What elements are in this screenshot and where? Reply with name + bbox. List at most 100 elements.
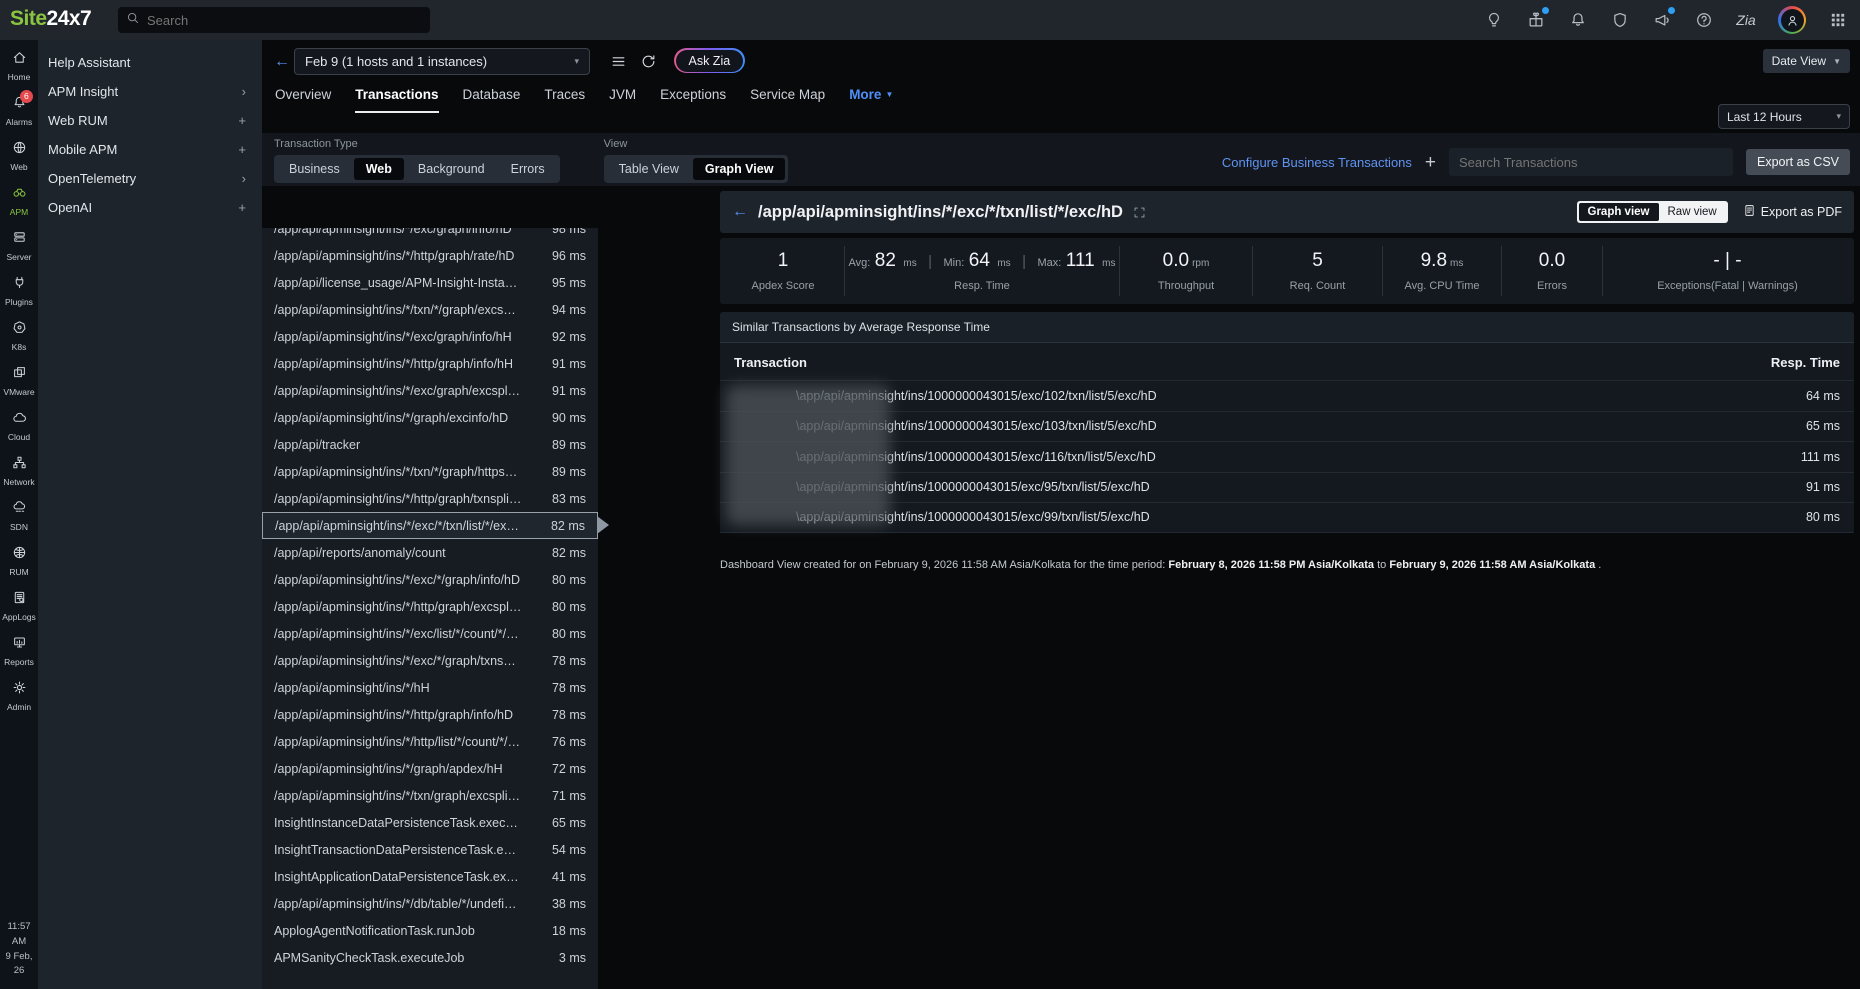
transaction-row[interactable]: /app/api/apminsight/ins/*/graph/excinfo/… xyxy=(262,404,598,431)
transaction-row[interactable]: /app/api/apminsight/ins/*/hH78 ms xyxy=(262,674,598,701)
tab-jvm[interactable]: JVM xyxy=(609,87,636,111)
transaction-row[interactable]: /app/api/apminsight/ins/*/exc/*/graph/in… xyxy=(262,566,598,593)
similar-transaction-row[interactable]: \app/api/apminsight/ins/1000000043015/ex… xyxy=(720,441,1854,472)
main-header: ← Feb 9 (1 hosts and 1 instances) ▾ Ask … xyxy=(262,40,1860,133)
similar-transaction-row[interactable]: \app/api/apminsight/ins/1000000043015/ex… xyxy=(720,472,1854,503)
tab-service-map[interactable]: Service Map xyxy=(750,87,825,111)
raw-view-toggle[interactable]: Raw view xyxy=(1659,203,1726,221)
view-graph-view[interactable]: Graph View xyxy=(693,158,786,180)
transaction-row[interactable]: ApplogAgentNotificationTask.runJob18 ms xyxy=(262,917,598,944)
rail-item-home[interactable]: Home xyxy=(0,50,38,82)
transaction-row[interactable]: /app/api/apminsight/ins/*/http/list/*/co… xyxy=(262,728,598,755)
rail-item-alarms[interactable]: Alarms6 xyxy=(0,95,38,127)
sidebar-item-openai[interactable]: OpenAI+ xyxy=(38,193,262,222)
zia-icon[interactable]: Zia xyxy=(1736,10,1756,30)
rail-item-rum[interactable]: RUM xyxy=(0,545,38,577)
transaction-row[interactable]: /app/api/apminsight/ins/*/http/graph/exc… xyxy=(262,593,598,620)
transaction-list-panel[interactable]: /app/api/apminsight/ins/*/exc/graph/info… xyxy=(262,228,598,989)
transaction-row[interactable]: /app/api/apminsight/ins/*/exc/graph/info… xyxy=(262,228,598,242)
export-pdf-button[interactable]: Export as PDF xyxy=(1743,204,1842,220)
filter-errors[interactable]: Errors xyxy=(499,158,557,180)
transaction-row[interactable]: /app/api/apminsight/ins/*/graph/apdex/hH… xyxy=(262,755,598,782)
filter-background[interactable]: Background xyxy=(406,158,497,180)
transaction-row[interactable]: InsightTransactionDataPersistenceTask.ex… xyxy=(262,836,598,863)
transaction-row[interactable]: /app/api/apminsight/ins/*/http/graph/txn… xyxy=(262,485,598,512)
filter-business[interactable]: Business xyxy=(277,158,352,180)
sidebar-item-opentelemetry[interactable]: OpenTelemetry› xyxy=(38,164,262,193)
sidebar-item-mobile-apm[interactable]: Mobile APM+ xyxy=(38,135,262,164)
export-csv-button[interactable]: Export as CSV xyxy=(1746,149,1850,175)
rail-item-reports[interactable]: Reports xyxy=(0,635,38,667)
back-icon[interactable]: ← xyxy=(274,53,290,71)
similar-transaction-row[interactable]: \app/api/apminsight/ins/1000000043015/ex… xyxy=(720,502,1854,533)
rail-item-plugins[interactable]: Plugins xyxy=(0,275,38,307)
transaction-row[interactable]: /app/api/tracker89 ms xyxy=(262,431,598,458)
graph-view-toggle[interactable]: Graph view xyxy=(1579,203,1659,221)
lightbulb-icon[interactable] xyxy=(1484,10,1504,30)
transaction-row[interactable]: /app/api/apminsight/ins/*/txn/*/graph/ht… xyxy=(262,458,598,485)
add-business-transaction-icon[interactable]: + xyxy=(1425,153,1436,172)
transaction-row[interactable]: /app/api/apminsight/ins/*/http/graph/rat… xyxy=(262,242,598,269)
date-view-button[interactable]: Date View ▼ xyxy=(1763,49,1850,73)
transaction-row[interactable]: /app/api/apminsight/ins/*/txn/graph/excs… xyxy=(262,782,598,809)
similar-transaction-row[interactable]: \app/api/apminsight/ins/1000000043015/ex… xyxy=(720,380,1854,411)
bell-icon[interactable] xyxy=(1568,10,1588,30)
transaction-row[interactable]: /app/api/apminsight/ins/*/http/graph/inf… xyxy=(262,350,598,377)
refresh-icon[interactable] xyxy=(640,53,657,70)
tab-overview[interactable]: Overview xyxy=(275,87,331,111)
monitor-selector[interactable]: Feb 9 (1 hosts and 1 instances) ▾ xyxy=(294,48,590,75)
rail-item-vmware[interactable]: VMware xyxy=(0,365,38,397)
avatar[interactable] xyxy=(1778,6,1806,34)
rail-item-k8s[interactable]: K8s xyxy=(0,320,38,352)
tab-database[interactable]: Database xyxy=(463,87,521,111)
view-table-view[interactable]: Table View xyxy=(607,158,691,180)
rail-item-network[interactable]: Network xyxy=(0,455,38,487)
transaction-row[interactable]: /app/api/apminsight/ins/*/exc/list/*/cou… xyxy=(262,620,598,647)
global-search[interactable] xyxy=(118,7,430,33)
transaction-row[interactable]: /app/api/apminsight/ins/*/http/graph/inf… xyxy=(262,701,598,728)
site24x7-logo[interactable]: Site24x7 xyxy=(10,7,91,31)
rail-item-apm[interactable]: APM xyxy=(0,185,38,217)
transaction-row[interactable]: InsightInstanceDataPersistenceTask.execu… xyxy=(262,809,598,836)
gift-icon[interactable] xyxy=(1526,10,1546,30)
transaction-row-selected[interactable]: /app/api/apminsight/ins/*/exc/*/txn/list… xyxy=(262,512,598,539)
tab-exceptions[interactable]: Exceptions xyxy=(660,87,726,111)
menu-icon[interactable] xyxy=(610,53,627,70)
global-search-input[interactable] xyxy=(147,13,422,28)
shield-icon[interactable] xyxy=(1610,10,1630,30)
transaction-row[interactable]: /app/api/apminsight/ins/*/txn/*/graph/ex… xyxy=(262,296,598,323)
sidebar-item-apm-insight[interactable]: APM Insight› xyxy=(38,77,262,106)
sidebar-item-help-assistant[interactable]: Help Assistant xyxy=(38,48,262,77)
tab-traces[interactable]: Traces xyxy=(544,87,585,111)
rail-item-applogs[interactable]: AppLogs xyxy=(0,590,38,622)
similar-transaction-row[interactable]: \app/api/apminsight/ins/1000000043015/ex… xyxy=(720,411,1854,442)
tab-transactions[interactable]: Transactions xyxy=(355,87,438,113)
transaction-name: /app/api/apminsight/ins/*/graph/excinfo/… xyxy=(274,411,508,425)
sidebar-item-web-rum[interactable]: Web RUM+ xyxy=(38,106,262,135)
transaction-row[interactable]: /app/api/reports/anomaly/count82 ms xyxy=(262,539,598,566)
ask-zia-button[interactable]: Ask Zia xyxy=(674,48,745,73)
back-icon[interactable]: ← xyxy=(732,203,748,221)
rail-item-sdn[interactable]: SDN xyxy=(0,500,38,532)
apps-grid-icon[interactable] xyxy=(1828,10,1848,30)
megaphone-icon[interactable] xyxy=(1652,10,1672,30)
transaction-row[interactable]: InsightApplicationDataPersistenceTask.ex… xyxy=(262,863,598,890)
transaction-row[interactable]: /app/api/apminsight/ins/*/db/table/*/und… xyxy=(262,890,598,917)
tab-more[interactable]: More▼ xyxy=(849,87,893,111)
time-range-selector[interactable]: Last 12 Hours ▾ xyxy=(1718,104,1850,129)
expand-icon[interactable] xyxy=(1133,206,1146,219)
transaction-row[interactable]: /app/api/license_usage/APM-Insight-Insta… xyxy=(262,269,598,296)
transaction-row[interactable]: APMSanityCheckTask.executeJob3 ms xyxy=(262,944,598,971)
configure-business-transactions-link[interactable]: Configure Business Transactions xyxy=(1222,155,1412,170)
transaction-row[interactable]: /app/api/apminsight/ins/*/exc/graph/info… xyxy=(262,323,598,350)
rail-item-cloud[interactable]: Cloud xyxy=(0,410,38,442)
rail-item-web[interactable]: Web xyxy=(0,140,38,172)
avatar-icon[interactable] xyxy=(1778,6,1806,34)
rail-item-admin[interactable]: Admin xyxy=(0,680,38,712)
help-icon[interactable] xyxy=(1694,10,1714,30)
filter-web[interactable]: Web xyxy=(354,158,404,180)
transaction-row[interactable]: /app/api/apminsight/ins/*/exc/graph/excs… xyxy=(262,377,598,404)
rail-item-server[interactable]: Server xyxy=(0,230,38,262)
search-transactions-input[interactable] xyxy=(1449,148,1733,176)
transaction-row[interactable]: /app/api/apminsight/ins/*/exc/*/graph/tx… xyxy=(262,647,598,674)
